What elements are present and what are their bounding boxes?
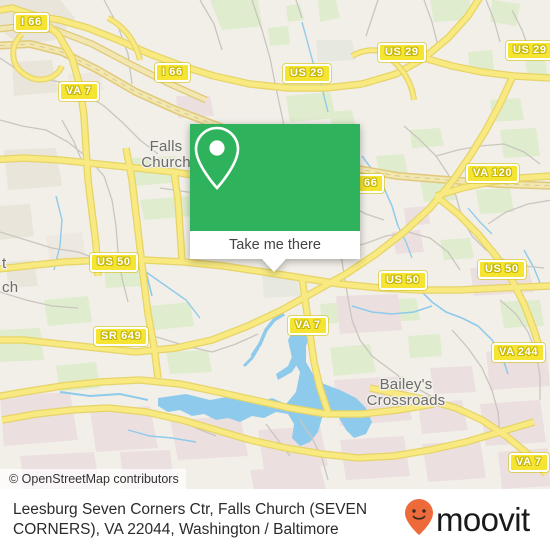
map-canvas[interactable]: Falls Church Bailey's Crossroads t ch I … bbox=[0, 0, 550, 489]
road-shield-va244[interactable]: VA 244 bbox=[492, 343, 546, 362]
popup-header bbox=[190, 124, 360, 231]
road-shield-sr649[interactable]: SR 649 bbox=[94, 327, 149, 346]
road-shield-us29-mid[interactable]: US 29 bbox=[378, 43, 426, 62]
road-shield-us29-west[interactable]: US 29 bbox=[283, 64, 331, 83]
road-shield-va120[interactable]: VA 120 bbox=[466, 164, 520, 183]
moovit-logo[interactable]: moovit bbox=[404, 498, 542, 541]
road-shield-va7-mid[interactable]: VA 7 bbox=[288, 316, 328, 335]
road-shield-va7-north[interactable]: VA 7 bbox=[59, 82, 99, 101]
road-shield-66-behind-card[interactable]: 66 bbox=[357, 174, 385, 193]
location-popup-card[interactable]: Take me there bbox=[190, 124, 360, 272]
address-text: Leesburg Seven Corners Ctr, Falls Church… bbox=[13, 500, 368, 538]
road-shield-us29-east[interactable]: US 29 bbox=[506, 41, 550, 60]
road-shield-us50-mid[interactable]: US 50 bbox=[379, 271, 427, 290]
osm-attribution[interactable]: © OpenStreetMap contributors bbox=[0, 469, 186, 489]
popup-tail bbox=[262, 259, 286, 272]
footer-bar: Leesburg Seven Corners Ctr, Falls Church… bbox=[0, 489, 550, 550]
road-shield-us50-east[interactable]: US 50 bbox=[478, 260, 526, 279]
screenshot-root: Falls Church Bailey's Crossroads t ch I … bbox=[0, 0, 550, 550]
road-shield-i66-east[interactable]: I 66 bbox=[155, 63, 190, 82]
moovit-wordmark: moovit bbox=[436, 501, 530, 538]
popup-action-bar[interactable]: Take me there bbox=[190, 231, 360, 259]
road-shield-va7-south[interactable]: VA 7 bbox=[509, 453, 549, 472]
take-me-there-label: Take me there bbox=[229, 237, 321, 253]
moovit-pin-icon bbox=[404, 498, 434, 541]
road-shield-us50-west[interactable]: US 50 bbox=[90, 253, 138, 272]
road-shield-i66-west[interactable]: I 66 bbox=[14, 13, 49, 32]
